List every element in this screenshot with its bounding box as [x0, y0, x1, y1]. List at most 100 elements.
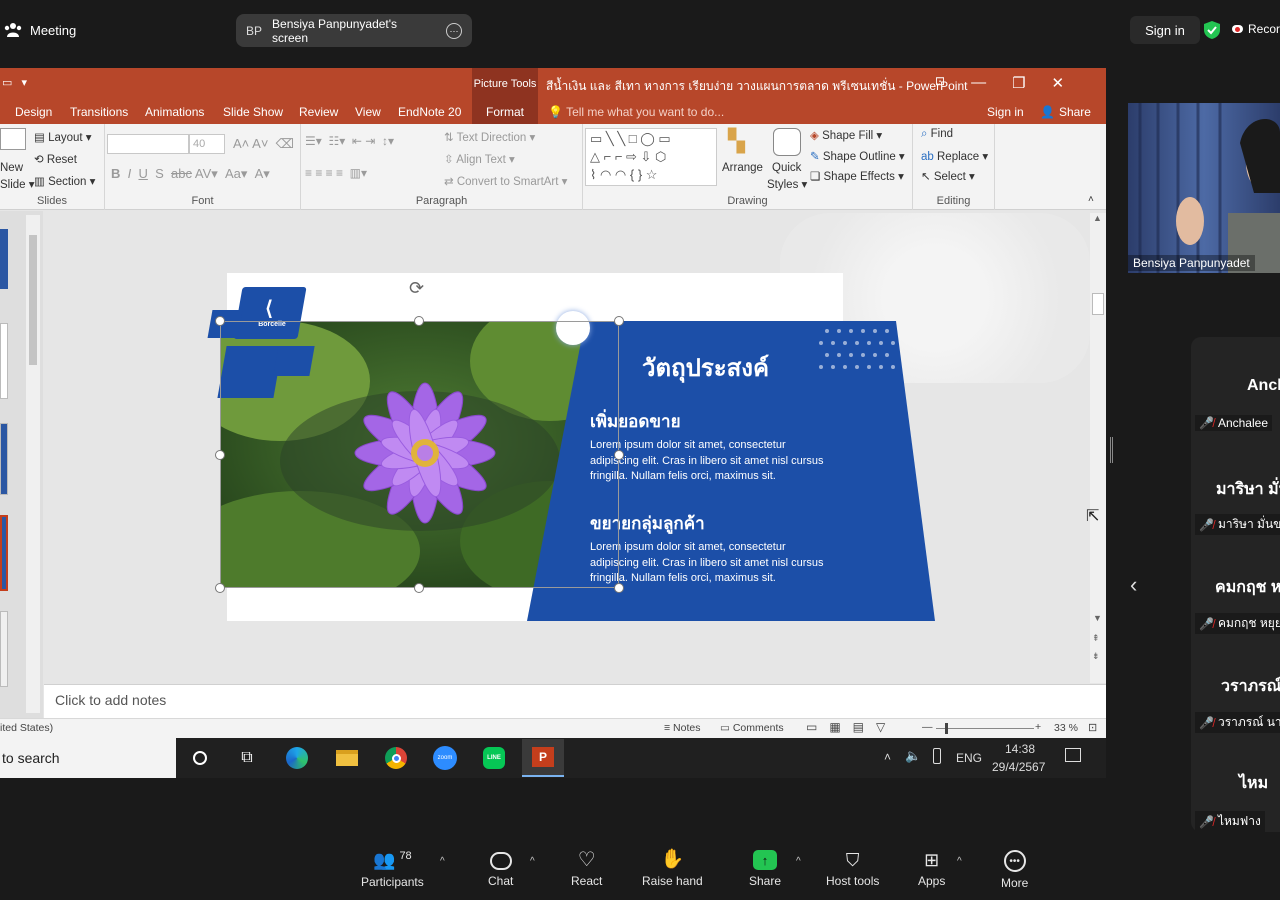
collapse-ribbon-icon[interactable]: ˄ [1088, 194, 1094, 205]
tab-design[interactable]: Design [15, 105, 52, 119]
meeting-menu[interactable]: Meeting [4, 22, 76, 38]
tab-review[interactable]: Review [299, 105, 338, 119]
powerpoint-taskbar-icon[interactable]: P [522, 739, 564, 777]
resize-handle[interactable] [614, 450, 624, 460]
align-buttons[interactable]: ≡ ≡ ≡ ≡ ▥▾ [305, 166, 367, 180]
layout-button[interactable]: ▤ Layout ▾ [34, 130, 92, 144]
slide-thumbnails-pane[interactable] [0, 211, 43, 718]
tab-slide-show[interactable]: Slide Show [223, 105, 283, 119]
share-screen-button[interactable]: ↑ Share [749, 850, 781, 888]
chat-button[interactable]: Chat [488, 850, 513, 888]
arrange-button[interactable]: Arrange [722, 162, 763, 174]
security-shield-icon[interactable] [1203, 20, 1221, 40]
resize-handle[interactable] [414, 583, 424, 593]
record-button[interactable]: Recor [1232, 22, 1280, 36]
input-language[interactable]: ENG [956, 751, 982, 765]
participants-button[interactable]: 👥 78 Participants [361, 850, 424, 889]
react-button[interactable]: ♡ React [571, 850, 602, 888]
quick-label[interactable]: Quick [772, 162, 801, 174]
minimize-icon[interactable]: — [971, 74, 986, 92]
slide-thumbnail[interactable] [0, 423, 8, 495]
participant-tag[interactable]: 🎤̸ ไหมฟาง [1195, 811, 1265, 832]
volume-icon[interactable]: 🔈 [905, 748, 921, 764]
file-explorer-icon[interactable] [334, 746, 360, 770]
zoom-out-icon[interactable]: — [922, 721, 933, 733]
resize-handle[interactable] [215, 450, 225, 460]
participant-tag[interactable]: 🎤̸มาริษา มั่นขา [1195, 514, 1280, 535]
zoom-level[interactable]: 33 % [1054, 722, 1078, 734]
text-direction-button[interactable]: ⇅ Text Direction ▾ [444, 130, 535, 144]
close-icon[interactable]: ✕ [1052, 74, 1065, 92]
new-slide-icon[interactable] [0, 128, 26, 150]
select-button[interactable]: ↖ Select ▾ [921, 169, 975, 183]
tab-endnote[interactable]: EndNote 20 [398, 105, 461, 119]
new-slide-button[interactable]: New [0, 162, 23, 174]
participants-caret-icon[interactable]: ^ [440, 856, 445, 867]
quick-styles-icon[interactable] [773, 128, 801, 156]
slide-body-1[interactable]: Lorem ipsum dolor sit amet, consectetur … [590, 438, 830, 485]
font-style-buttons[interactable]: B I U S abc AV▾ Aa▾ A▾ [111, 166, 270, 182]
convert-smartart-button[interactable]: ⇄ Convert to SmartArt ▾ [444, 174, 567, 188]
font-size-controls[interactable]: A˄ A˅ ⌫ [233, 136, 294, 152]
apps-button[interactable]: ⊞ Apps [918, 850, 945, 888]
resize-handle[interactable] [215, 316, 225, 326]
participant-tag[interactable]: 🎤̸ คมกฤช หยุย [1195, 613, 1280, 634]
slide-title[interactable]: วัตถุประสงค์ [642, 348, 769, 387]
shape-outline-button[interactable]: ✎ Shape Outline ▾ [810, 149, 905, 163]
notes-pane[interactable]: Click to add notes [44, 684, 1106, 718]
arrange-icon[interactable]: ▚ [728, 128, 745, 154]
apps-caret-icon[interactable]: ^ [957, 856, 962, 867]
find-button[interactable]: ⌕ Find [921, 128, 953, 141]
resize-handle[interactable] [614, 316, 624, 326]
font-name-field[interactable] [107, 134, 189, 154]
zoom-sign-in-button[interactable]: Sign in [1130, 16, 1200, 44]
resize-handle[interactable] [414, 316, 424, 326]
taskbar-search-box[interactable]: to search [0, 738, 176, 778]
fit-slide-icon[interactable]: ⊡ [1088, 721, 1097, 734]
slide-scrollbar[interactable]: ▲ ▼ ⇞ ⇟ [1090, 213, 1106, 683]
slide-thumbnail[interactable] [0, 611, 8, 687]
zoom-in-icon[interactable]: + [1035, 721, 1041, 733]
panel-resize-handle[interactable] [1110, 437, 1113, 463]
align-text-button[interactable]: ⇳ Align Text ▾ [444, 152, 515, 166]
ribbon-display-icon[interactable]: ⊡ [935, 74, 945, 92]
tab-transitions[interactable]: Transitions [70, 105, 128, 119]
view-buttons[interactable]: ▭▦▤▽ [806, 720, 897, 734]
battery-icon[interactable] [933, 748, 941, 764]
participant-tag[interactable]: 🎤̸ Anchalee [1195, 415, 1272, 431]
resize-handle[interactable] [215, 583, 225, 593]
tab-format[interactable]: Format [472, 100, 538, 124]
shape-effects-button[interactable]: ❏ Shape Effects ▾ [810, 169, 904, 183]
zoom-slider[interactable] [936, 728, 1034, 729]
quick-access-icon[interactable]: ▭ ▾ [2, 76, 27, 89]
zoom-slider-thumb[interactable] [945, 723, 948, 734]
chat-caret-icon[interactable]: ^ [530, 856, 535, 867]
replace-button[interactable]: ab Replace ▾ [921, 149, 988, 163]
shapes-gallery[interactable]: ▭ ╲ ╲ □ ◯ ▭ △ ⌐ ⌐ ⇨ ⇩ ⬡ ⌇ ◠ ◠ { } ☆ [585, 128, 717, 186]
participant-tag[interactable]: 🎤̸วราภรณ์ นาค [1195, 712, 1280, 733]
comments-toggle[interactable]: ▭ Comments [720, 722, 784, 734]
slide-thumbnail[interactable] [0, 323, 8, 399]
clock-date[interactable]: 29/4/2567 [992, 760, 1045, 774]
zoom-app-icon[interactable]: zoom [432, 746, 458, 770]
thumbnail-scrollbar[interactable] [26, 215, 40, 713]
language-status[interactable]: ited States) [0, 722, 53, 734]
more-options-icon[interactable]: ··· [446, 22, 462, 39]
reset-button[interactable]: ⟲ Reset [34, 152, 77, 166]
tab-view[interactable]: View [355, 105, 381, 119]
notification-icon[interactable] [1065, 748, 1081, 762]
maximize-icon[interactable]: ❐ [1012, 74, 1025, 92]
ppt-share-button[interactable]: 👤 Share [1040, 105, 1091, 119]
shape-fill-button[interactable]: ◈ Shape Fill ▾ [810, 128, 882, 142]
line-app-icon[interactable]: LINE [481, 746, 507, 770]
raise-hand-button[interactable]: ✋ Raise hand [642, 850, 703, 889]
ppt-sign-in[interactable]: Sign in [987, 105, 1024, 119]
task-view-icon[interactable]: ⧉ [234, 746, 260, 770]
share-caret-icon[interactable]: ^ [796, 856, 801, 867]
slide-thumbnail[interactable] [0, 229, 8, 289]
more-button[interactable]: ••• More [1001, 850, 1028, 890]
chrome-icon[interactable] [383, 746, 409, 770]
slide-body-2[interactable]: Lorem ipsum dolor sit amet, consectetur … [590, 540, 830, 587]
chevron-left-icon[interactable]: ‹ [1130, 572, 1137, 598]
cortana-icon[interactable] [187, 746, 213, 770]
